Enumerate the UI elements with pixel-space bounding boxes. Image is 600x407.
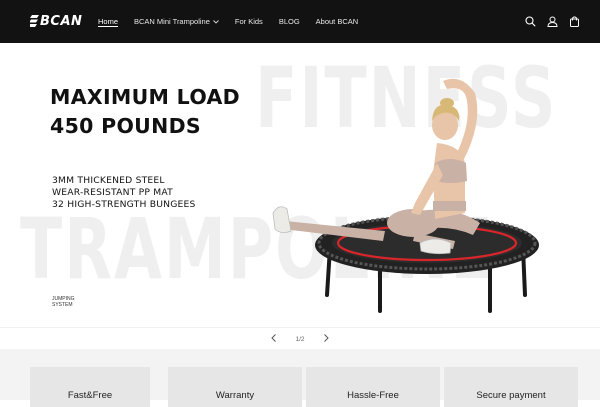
slide-counter: 1/2 bbox=[295, 335, 305, 343]
brand-logo[interactable]: BCAN bbox=[30, 13, 82, 29]
logo-text: BCAN bbox=[40, 13, 83, 29]
slideshow-controls: 1/2 bbox=[0, 327, 600, 350]
nav-item-mini-trampoline[interactable]: BCAN Mini Trampoline bbox=[134, 17, 219, 26]
slide-prev-button[interactable] bbox=[269, 334, 279, 344]
headline-line: MAXIMUM LOAD bbox=[50, 85, 240, 109]
benefits-strip: Fast&Free Warranty Hassle-Free Secure pa… bbox=[0, 349, 600, 407]
slide-next-button[interactable] bbox=[321, 334, 331, 344]
chevron-down-icon bbox=[213, 19, 219, 24]
feature-line: 32 HIGH-STRENGTH BUNGEES bbox=[52, 199, 196, 210]
headline-line: 450 POUNDS bbox=[50, 114, 201, 138]
nav-item-label: For Kids bbox=[234, 17, 263, 26]
cart-icon[interactable] bbox=[568, 16, 580, 28]
hero-headline: MAXIMUM LOAD 450 POUNDS bbox=[50, 83, 240, 141]
nav-item-label: BLOG bbox=[278, 17, 300, 26]
benefit-card-returns: Hassle-Free bbox=[306, 367, 440, 407]
trampoline-product-image bbox=[272, 78, 539, 313]
account-icon[interactable] bbox=[546, 16, 558, 28]
feature-line: 3MM THICKENED STEEL bbox=[52, 175, 165, 186]
logo-mark-icon bbox=[30, 15, 39, 27]
hero-features: 3MM THICKENED STEEL WEAR-RESISTANT PP MA… bbox=[52, 175, 196, 211]
nav-item-about[interactable]: About BCAN bbox=[316, 17, 359, 26]
benefit-card-payment: Secure payment bbox=[444, 367, 578, 407]
benefit-title: Warranty bbox=[215, 390, 255, 401]
nav-item-label: About BCAN bbox=[315, 17, 359, 26]
header-icons bbox=[524, 0, 580, 43]
benefit-title: Fast&Free bbox=[67, 390, 113, 401]
hero-banner[interactable]: FITNESS TRAMPOLINE MAXIMUM LOAD 450 POUN… bbox=[0, 43, 600, 327]
site-header: BCAN Home BCAN Mini Trampoline For Kids … bbox=[0, 0, 600, 43]
benefit-card-warranty: Warranty bbox=[168, 367, 302, 407]
benefit-card-shipping: Fast&Free bbox=[30, 367, 150, 407]
nav-item-home[interactable]: Home bbox=[98, 17, 118, 26]
caption-line: SYSTEM bbox=[52, 302, 73, 308]
benefit-title: Hassle-Free bbox=[347, 390, 399, 401]
search-icon[interactable] bbox=[524, 16, 536, 28]
nav-item-for-kids[interactable]: For Kids bbox=[235, 17, 263, 26]
chevron-right-icon bbox=[323, 334, 329, 342]
benefit-title: Secure payment bbox=[476, 390, 546, 401]
jumping-system-caption: JUMPING SYSTEM bbox=[52, 296, 75, 308]
main-nav: Home BCAN Mini Trampoline For Kids BLOG … bbox=[98, 0, 374, 43]
feature-line: WEAR-RESISTANT PP MAT bbox=[52, 187, 173, 198]
chevron-left-icon bbox=[271, 334, 277, 342]
nav-item-label: Home bbox=[98, 17, 119, 26]
nav-item-label: BCAN Mini Trampoline bbox=[134, 17, 210, 26]
nav-item-blog[interactable]: BLOG bbox=[279, 17, 300, 26]
